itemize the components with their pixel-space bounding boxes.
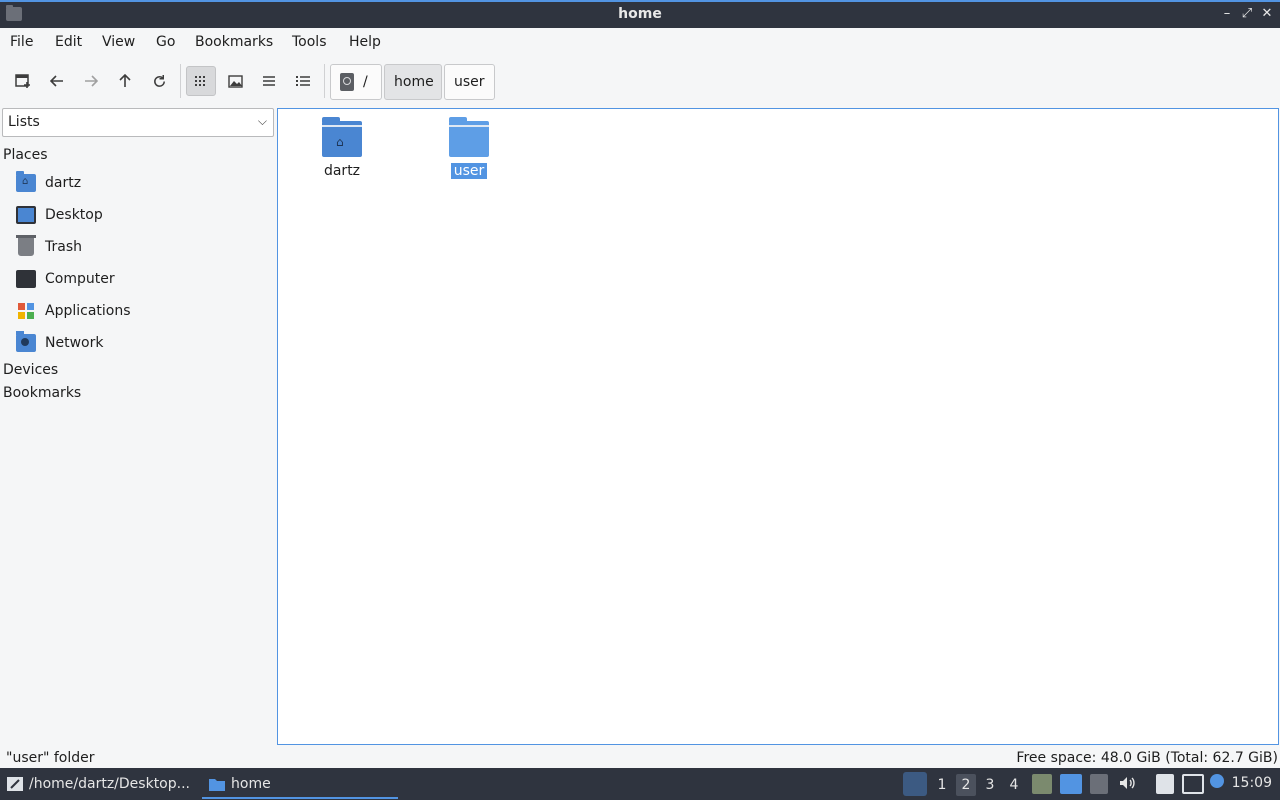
thumbnail-view-icon[interactable]	[220, 66, 250, 96]
sidebar-item-applications[interactable]: Applications	[16, 298, 272, 324]
path-root-label: /	[363, 74, 368, 90]
network-connection-icon[interactable]	[1182, 774, 1204, 794]
volume-icon[interactable]	[1118, 774, 1138, 794]
menu-edit[interactable]: Edit	[55, 34, 82, 50]
home-folder-icon: ⌂	[322, 117, 362, 157]
workspace-2[interactable]: 2	[956, 774, 976, 796]
desktop-icon	[16, 206, 36, 224]
task-home[interactable]: home	[202, 768, 398, 800]
sidebar-heading-places[interactable]: Places	[3, 147, 48, 163]
forward-arrow-icon[interactable]	[76, 66, 106, 96]
task-label: /home/dartz/Desktop...	[29, 776, 190, 792]
menu-file[interactable]: File	[10, 34, 33, 50]
window-titlebar[interactable]: home – ⤢ ✕	[0, 0, 1280, 28]
applications-icon	[16, 302, 36, 320]
path-segment-label: user	[454, 74, 485, 90]
taskbar: /home/dartz/Desktop... home 1 2 3 4 15:0…	[0, 768, 1280, 800]
eject-icon[interactable]	[1090, 774, 1108, 794]
clock[interactable]: 15:09	[1232, 775, 1272, 791]
compact-view-icon[interactable]	[254, 66, 284, 96]
menu-help[interactable]: Help	[349, 34, 381, 50]
file-item-user[interactable]: user	[424, 117, 514, 179]
notification-icon[interactable]	[1210, 774, 1224, 788]
sidebar-item-label: Applications	[45, 303, 131, 319]
sidebar-item-desktop[interactable]: Desktop	[16, 202, 272, 228]
detailed-list-view-icon[interactable]	[288, 66, 318, 96]
toolbar-separator	[180, 64, 181, 98]
sidebar-item-label: Network	[45, 335, 104, 351]
path-segment-user[interactable]: user	[444, 64, 495, 100]
menubar: File Edit View Go Bookmarks Tools Help	[0, 28, 1280, 56]
free-space-status: Free space: 48.0 GiB (Total: 62.7 GiB)	[1016, 750, 1278, 766]
file-manager-window: File Edit View Go Bookmarks Tools Help /…	[0, 28, 1280, 768]
window-title: home	[618, 6, 662, 22]
network-icon	[16, 331, 36, 352]
task-terminal[interactable]: /home/dartz/Desktop...	[6, 768, 198, 800]
icon-view-icon[interactable]	[186, 66, 216, 96]
path-root-button[interactable]: /	[330, 64, 382, 100]
maximize-button[interactable]: ⤢	[1239, 6, 1255, 22]
sidebar-item-computer[interactable]: Computer	[16, 266, 272, 292]
drive-icon	[340, 73, 354, 91]
workspace-3[interactable]: 3	[980, 774, 1000, 796]
up-arrow-icon[interactable]	[110, 66, 140, 96]
path-segment-label: home	[394, 74, 434, 90]
menu-view[interactable]: View	[102, 34, 135, 50]
sidebar-item-label: Trash	[45, 239, 82, 255]
file-name: user	[450, 163, 488, 179]
text-editor-icon	[7, 777, 23, 791]
toolbar: / home user	[0, 58, 1280, 104]
selection-status: "user" folder	[6, 750, 95, 766]
path-segment-home[interactable]: home	[384, 64, 442, 100]
app-menu-icon[interactable]	[903, 772, 927, 796]
sidebar-item-network[interactable]: Network	[16, 330, 272, 356]
sidebar: Lists ⌵ Places dartz Desktop Trash Compu…	[0, 108, 276, 748]
sidebar-item-label: Computer	[45, 271, 115, 287]
file-item-dartz[interactable]: ⌂ dartz	[297, 117, 387, 179]
close-button[interactable]: ✕	[1259, 6, 1275, 22]
sidebar-item-label: dartz	[45, 175, 82, 191]
sidebar-item-trash[interactable]: Trash	[16, 234, 272, 260]
folder-icon	[449, 117, 489, 157]
folder-icon	[209, 779, 225, 791]
file-view[interactable]: ⌂ dartz user	[277, 108, 1279, 745]
statusbar: "user" folder Free space: 48.0 GiB (Tota…	[0, 748, 1280, 768]
menu-tools[interactable]: Tools	[292, 34, 327, 50]
reload-icon[interactable]	[144, 66, 174, 96]
clipboard-icon[interactable]	[1156, 774, 1174, 794]
trash-icon	[16, 235, 36, 256]
sidebar-item-label: Desktop	[45, 207, 103, 223]
sidebar-heading-bookmarks[interactable]: Bookmarks	[3, 385, 81, 401]
sidebar-mode-value: Lists	[8, 114, 40, 130]
minimize-button[interactable]: –	[1219, 6, 1235, 22]
home-folder-icon	[16, 171, 36, 192]
sidebar-heading-devices[interactable]: Devices	[3, 362, 58, 378]
sidebar-item-dartz[interactable]: dartz	[16, 170, 272, 196]
back-arrow-icon[interactable]	[42, 66, 72, 96]
chevron-down-icon: ⌵	[257, 114, 267, 128]
menu-bookmarks[interactable]: Bookmarks	[195, 34, 273, 50]
file-manager-launcher-icon[interactable]	[1060, 774, 1082, 794]
sidebar-mode-select[interactable]: Lists ⌵	[2, 108, 274, 137]
task-label: home	[231, 776, 271, 792]
workspace-1[interactable]: 1	[932, 774, 952, 796]
toolbar-separator	[324, 64, 325, 98]
computer-icon	[16, 270, 36, 288]
menu-go[interactable]: Go	[156, 34, 175, 50]
file-name: dartz	[323, 163, 361, 179]
minimize-all-icon[interactable]	[1032, 774, 1052, 794]
workspace-4[interactable]: 4	[1004, 774, 1024, 796]
new-tab-icon[interactable]	[8, 66, 38, 96]
